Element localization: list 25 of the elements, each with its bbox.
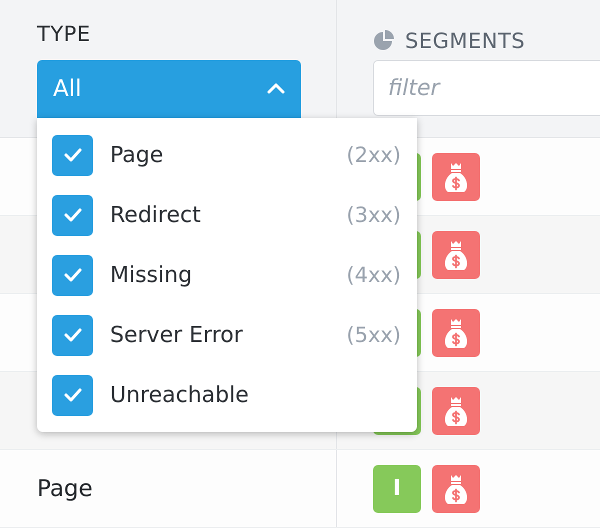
money-bag-icon [432,308,480,356]
money-bag-icon [432,464,480,512]
money-bag-icon [432,386,480,434]
checkbox[interactable] [52,194,93,236]
checkbox[interactable] [52,134,93,176]
filter-field[interactable]: filter [373,60,600,116]
segment-badge: I [373,464,421,512]
checkbox[interactable] [52,374,93,416]
checkbox[interactable] [52,254,93,296]
type-text: Page [37,476,93,502]
status-code: (4xx) [346,263,401,287]
checkbox[interactable] [52,314,93,356]
option-label[interactable]: Missing [110,262,346,288]
option-label[interactable]: Redirect [110,202,346,228]
option-label[interactable]: Server Error [110,322,346,348]
status-code: (5xx) [346,323,401,347]
column-label: TYPE [37,22,92,48]
money-bag-icon [432,152,480,200]
option-label[interactable]: Unreachable [110,382,401,408]
status-code: (3xx) [346,203,401,227]
money-bag-icon [432,230,480,278]
column-label: SEGMENTS [405,29,526,53]
status-code: (2xx) [346,143,401,167]
pie-chart-icon [373,30,395,52]
option-label[interactable]: Page [110,142,346,168]
